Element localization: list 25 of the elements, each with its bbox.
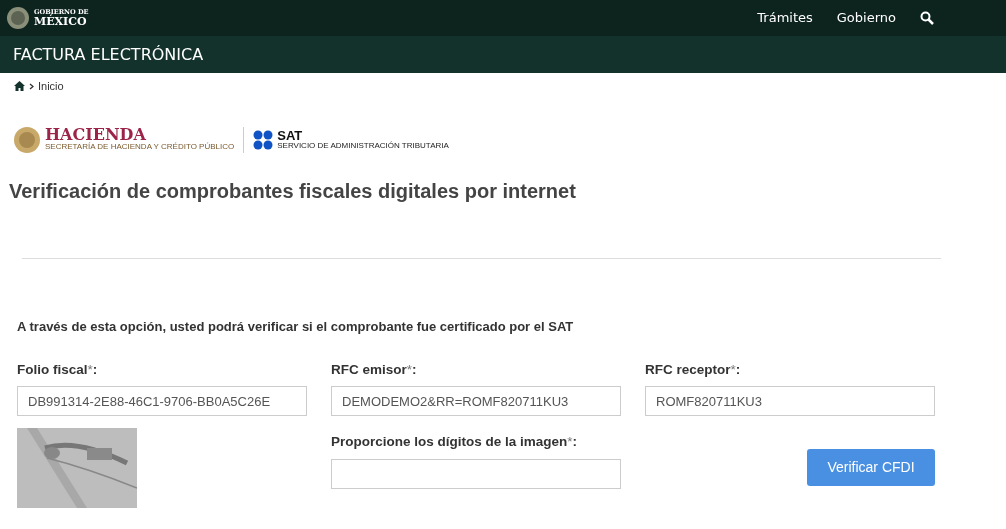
input-field[interactable]: DB991314-2E88-46C1-9706-BB0A5C26E bbox=[17, 386, 307, 417]
field-label: RFC receptor*: bbox=[645, 361, 742, 379]
search-icon[interactable] bbox=[920, 11, 934, 25]
home-icon[interactable] bbox=[14, 81, 25, 92]
intro-text: A través de esta opción, usted podrá verificar si el comprobante fue certificado por el SAT bbox=[17, 317, 575, 336]
sat-dots-icon bbox=[253, 129, 274, 150]
input-field[interactable]: DEMODEMO2&RR=ROMF820711KU3 bbox=[331, 386, 621, 417]
emblem-icon bbox=[13, 125, 41, 154]
hacienda-subtitle: SECRETARÍA DE HACIENDA Y CRÉDITO PÚBLICO bbox=[45, 143, 235, 152]
hacienda-logo-text: HACIENDA bbox=[45, 127, 146, 144]
chevron-icon bbox=[29, 82, 34, 90]
field-label: Proporcione los dígitos de la imagen*: bbox=[331, 433, 579, 452]
field-label: RFC emisor*: bbox=[331, 361, 418, 379]
sat-subtitle: SERVICIO DE ADMINISTRACIÓN TRIBUTARIA bbox=[277, 141, 449, 151]
emblem-icon bbox=[6, 6, 30, 30]
input-field[interactable]: ROMF820711KU3 bbox=[645, 386, 935, 417]
breadcrumb-item[interactable]: Inicio bbox=[38, 78, 64, 95]
section-title: FACTURA ELECTRÓNICA bbox=[13, 43, 204, 66]
nav-link-item[interactable]: Gobierno bbox=[836, 8, 896, 28]
page-title: Verificación de comprobantes fiscales digitales por internet bbox=[9, 178, 577, 204]
brand-title: MÉXICO bbox=[34, 15, 88, 27]
field-label: Folio fiscal*: bbox=[17, 361, 99, 379]
nav-link-item[interactable]: Trámites bbox=[757, 8, 813, 28]
sat-logo-text: SAT bbox=[277, 128, 303, 142]
input-field[interactable] bbox=[331, 458, 621, 489]
